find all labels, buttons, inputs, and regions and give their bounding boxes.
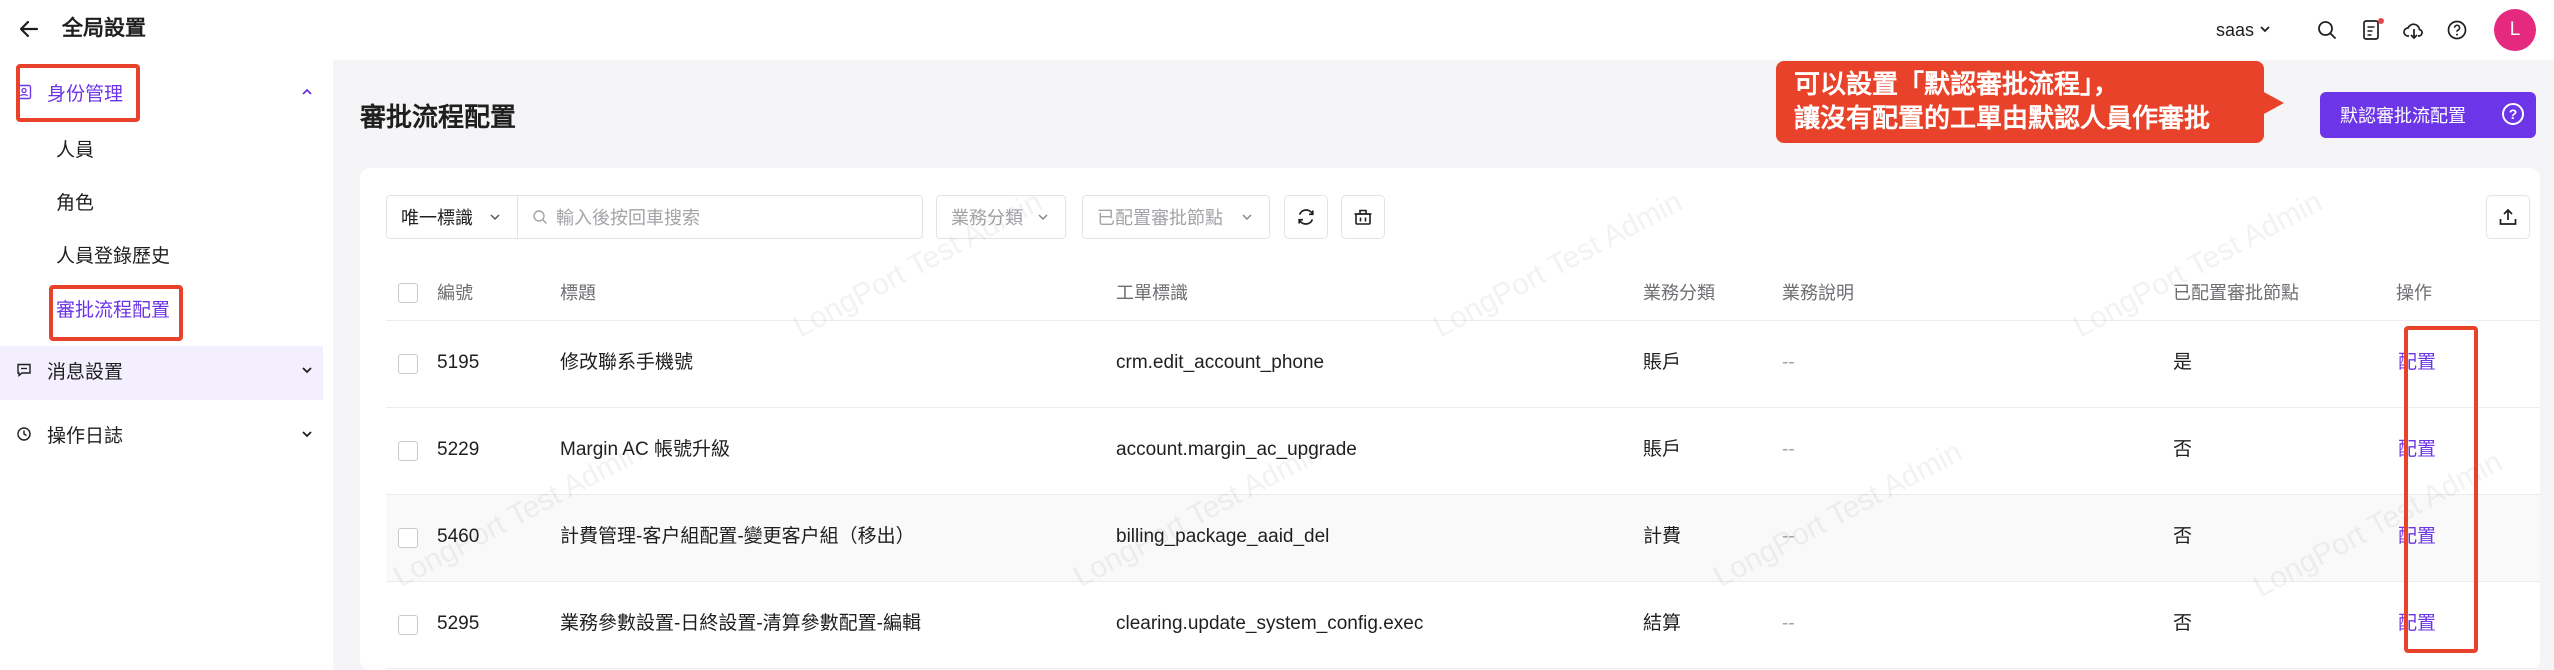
- cell-id: 5295: [437, 613, 480, 634]
- help-icon[interactable]: ?: [2502, 103, 2524, 125]
- cell-id: 5460: [437, 526, 480, 547]
- table-row: 5229 Margin AC 帳號升級 account.margin_ac_up…: [386, 408, 2540, 495]
- cell-configured: 否: [2173, 439, 2193, 460]
- row-checkbox[interactable]: [398, 441, 418, 461]
- cell-category: 結算: [1643, 613, 1682, 634]
- export-button[interactable]: [2486, 195, 2530, 239]
- annotation-box: [49, 285, 183, 341]
- cell-description: --: [1782, 352, 1795, 373]
- cell-key: billing_package_aaid_del: [1116, 526, 1330, 547]
- cell-description: --: [1782, 439, 1795, 460]
- chevron-down-icon: [296, 423, 318, 445]
- category-select[interactable]: 業務分類: [936, 195, 1066, 239]
- content-card: 唯一標識 輸入後按回車搜索 業務分類 已配置審批節點 編號 標題 工單標識 業務…: [360, 168, 2540, 670]
- cell-id: 5229: [437, 439, 480, 460]
- column-header: 已配置審批節點: [2173, 283, 2299, 303]
- cell-title: Margin AC 帳號升級: [560, 439, 730, 460]
- cell-title: 修改聯系手機號: [560, 352, 694, 373]
- column-header: 編號: [437, 283, 473, 303]
- cell-key: crm.edit_account_phone: [1116, 352, 1325, 373]
- configured-node-select[interactable]: 已配置審批節點: [1082, 195, 1270, 239]
- cell-category: 賬戶: [1643, 352, 1682, 373]
- help-icon[interactable]: [2445, 18, 2469, 42]
- column-header: 業務說明: [1782, 283, 1854, 303]
- chevron-down-icon: [2258, 16, 2272, 44]
- column-header: 標題: [560, 283, 596, 303]
- export-icon: [2497, 206, 2519, 228]
- history-icon: [15, 425, 33, 443]
- avatar[interactable]: L: [2494, 9, 2536, 51]
- default-approval-flow-button[interactable]: 默認審批流配置 ?: [2320, 92, 2536, 138]
- refresh-button[interactable]: [1284, 195, 1328, 239]
- sidebar-group-label: 消息設置: [47, 361, 124, 383]
- chevron-up-icon: [296, 81, 318, 103]
- cell-configured: 是: [2173, 352, 2193, 373]
- sidebar-group-messages[interactable]: 消息設置: [15, 346, 312, 394]
- sidebar-group-logs[interactable]: 操作日誌: [15, 410, 312, 458]
- callout-line: 讓沒有配置的工單由默認人員作審批: [1794, 103, 2211, 133]
- sidebar: 身份管理 人員 角色 人員登錄歷史 審批流程配置 消息設置 操作日誌: [0, 60, 333, 670]
- message-icon: [15, 361, 33, 379]
- select-all-checkbox[interactable]: [398, 283, 418, 303]
- annotation-box: [2404, 326, 2478, 653]
- table-row: 5460 計費管理-客户組配置-變更客户組（移出） billing_packag…: [386, 495, 2540, 582]
- column-header: 業務分類: [1643, 283, 1715, 303]
- row-checkbox[interactable]: [398, 615, 418, 635]
- sidebar-group-label: 操作日誌: [47, 425, 124, 447]
- table-row: 5195 修改聯系手機號 crm.edit_account_phone 賬戶 -…: [386, 321, 2540, 408]
- cell-configured: 否: [2173, 526, 2193, 547]
- notification-dot: [2378, 18, 2384, 24]
- id-type-select[interactable]: 唯一標識: [386, 195, 518, 239]
- chevron-down-icon: [487, 209, 503, 225]
- chevron-down-icon: [1239, 209, 1255, 225]
- button-label: 默認審批流配置: [2340, 106, 2466, 126]
- annotation-box: [16, 64, 140, 122]
- select-placeholder: 業務分類: [951, 208, 1023, 228]
- table-header: 編號 標題 工單標識 業務分類 業務說明 已配置審批節點 操作: [386, 266, 2540, 321]
- cell-title: 計費管理-客户組配置-變更客户組（移出）: [560, 526, 915, 547]
- clear-filter-button[interactable]: [1341, 195, 1385, 239]
- chevron-down-icon: [296, 359, 318, 381]
- cell-id: 5195: [437, 352, 480, 373]
- sidebar-item-login-history[interactable]: 人員登錄歷史: [56, 242, 170, 272]
- callout-line: 可以設置「默認審批流程」，: [1794, 69, 2120, 99]
- sidebar-item-roles[interactable]: 角色: [56, 189, 94, 219]
- row-checkbox[interactable]: [398, 354, 418, 374]
- cloud-download-icon[interactable]: [2402, 18, 2426, 42]
- select-placeholder: 已配置審批節點: [1097, 208, 1223, 228]
- clear-icon: [1352, 206, 1374, 228]
- chevron-down-icon: [1035, 209, 1051, 225]
- refresh-icon: [1295, 206, 1317, 228]
- task-list-icon[interactable]: [2360, 18, 2384, 42]
- tenant-switcher[interactable]: saas: [2216, 16, 2272, 44]
- search-icon: [532, 209, 548, 225]
- back-arrow-icon[interactable]: [14, 14, 44, 44]
- page-title: 審批流程配置: [360, 102, 517, 132]
- cell-category: 計費: [1643, 526, 1682, 547]
- cell-key: account.margin_ac_upgrade: [1116, 439, 1357, 460]
- cell-description: --: [1782, 526, 1795, 547]
- column-header: 工單標識: [1116, 283, 1188, 303]
- cell-configured: 否: [2173, 613, 2193, 634]
- annotation-callout: 可以設置「默認審批流程」， 讓沒有配置的工單由默認人員作審批: [1776, 61, 2284, 143]
- column-header: 操作: [2396, 283, 2432, 303]
- cell-title: 業務參數設置-日終設置-清算參數配置-編輯: [560, 613, 921, 634]
- cell-description: --: [1782, 613, 1795, 634]
- sidebar-item-personnel[interactable]: 人員: [56, 136, 94, 166]
- search-icon[interactable]: [2315, 18, 2339, 42]
- tenant-name: saas: [2216, 20, 2255, 40]
- app-title: 全局設置: [62, 17, 146, 40]
- table-row: 5295 業務參數設置-日終設置-清算參數配置-編輯 clearing.upda…: [386, 582, 2540, 669]
- row-checkbox[interactable]: [398, 528, 418, 548]
- search-placeholder: 輸入後按回車搜索: [556, 208, 700, 228]
- top-bar: 全局設置 saas L: [0, 0, 2554, 60]
- search-input[interactable]: 輸入後按回車搜索: [517, 195, 923, 239]
- cell-key: clearing.update_system_config.exec: [1116, 613, 1424, 634]
- select-value: 唯一標識: [401, 208, 473, 228]
- cell-category: 賬戶: [1643, 439, 1682, 460]
